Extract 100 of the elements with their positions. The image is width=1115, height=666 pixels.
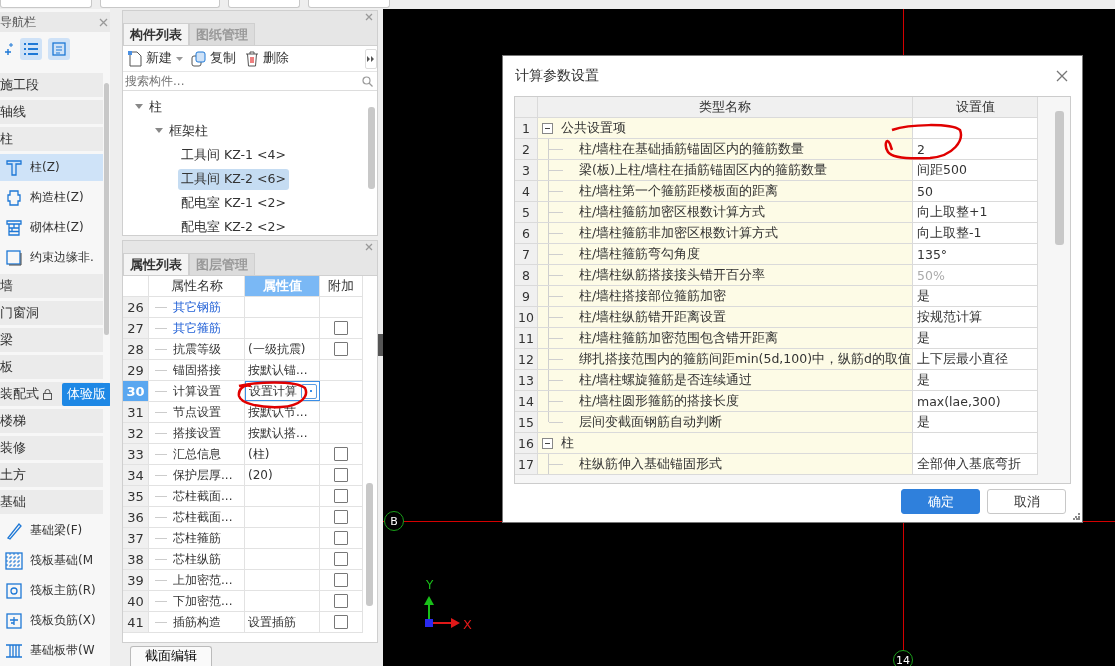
tree-item[interactable]: 配电室 KZ-2 <2> <box>178 216 289 235</box>
tree-item[interactable]: 框架柱 <box>166 120 211 142</box>
nav-item[interactable]: 基础板带(W <box>0 637 103 664</box>
nav-category[interactable]: 基础 <box>0 490 103 514</box>
tab[interactable]: 构件列表 <box>123 23 189 45</box>
property-value[interactable]: (一级抗震) <box>248 340 306 358</box>
checkbox[interactable] <box>334 615 348 629</box>
setting-value[interactable]: 是 <box>917 371 930 389</box>
nav-item[interactable]: 筏板负筋(X) <box>0 607 103 634</box>
nav-category[interactable]: 门窗洞 <box>0 301 103 325</box>
toolbar-button[interactable]: 删除 <box>244 50 289 67</box>
expand-arrow-icon[interactable] <box>135 104 143 110</box>
collapse-icon[interactable] <box>542 122 553 134</box>
cancel-button[interactable]: 取消 <box>987 489 1066 514</box>
nav-category[interactable]: 墙 <box>0 274 103 298</box>
toolbar-button[interactable]: 复制 <box>191 50 236 67</box>
checkbox[interactable] <box>334 489 348 503</box>
setting-value[interactable]: max(lae,300) <box>917 393 1001 409</box>
scrollbar-thumb[interactable] <box>366 483 373 606</box>
nav-item[interactable]: 柱(Z) <box>0 154 103 181</box>
tab[interactable]: 属性列表 <box>123 253 189 275</box>
collapse-handle[interactable] <box>378 334 383 356</box>
property-value[interactable]: 按默认锚... <box>248 361 308 379</box>
nav-category[interactable]: 楼梯 <box>0 409 103 433</box>
close-icon[interactable] <box>365 243 373 251</box>
toolbar-button[interactable]: 新建 <box>127 50 183 67</box>
checkbox[interactable] <box>334 510 348 524</box>
more-button[interactable] <box>301 383 317 399</box>
setting-value[interactable]: 是 <box>917 413 930 431</box>
nav-category[interactable]: 装配式 <box>0 385 39 403</box>
dropdown-field[interactable] <box>0 0 92 8</box>
setting-value[interactable]: 全部伸入基底弯折 <box>917 455 1021 473</box>
property-value[interactable]: 设置插筋 <box>248 613 296 631</box>
row-number: 30 <box>123 381 149 401</box>
row-number: 38 <box>123 549 149 569</box>
property-name: 芯柱截面... <box>173 508 233 526</box>
dropdown-field[interactable] <box>228 0 300 8</box>
nav-category[interactable]: 施工段 <box>0 73 103 97</box>
tree-item[interactable]: 配电室 KZ-1 <2> <box>178 192 289 214</box>
collapse-icon[interactable] <box>542 437 553 449</box>
property-name: 下加密范... <box>173 592 233 610</box>
checkbox[interactable] <box>334 552 348 566</box>
property-value[interactable]: 按默认搭... <box>248 424 308 442</box>
close-icon[interactable] <box>1056 70 1068 82</box>
detail-view-button[interactable] <box>48 38 70 60</box>
setting-value[interactable]: 按规范计算 <box>917 308 982 326</box>
checkbox[interactable] <box>334 573 348 587</box>
checkbox[interactable] <box>334 342 348 356</box>
property-value[interactable]: (20) <box>248 468 273 482</box>
nav-item[interactable]: 筏板主筋(R) <box>0 577 103 604</box>
ok-button[interactable]: 确定 <box>901 489 980 514</box>
setting-value[interactable]: 2 <box>917 141 925 157</box>
nav-category[interactable]: 板 <box>0 355 103 379</box>
sparkle-icon[interactable] <box>2 42 14 56</box>
tree-item[interactable]: 柱 <box>146 96 165 118</box>
nav-item[interactable]: 构造柱(Z) <box>0 184 103 211</box>
checkbox[interactable] <box>334 447 348 461</box>
tree-item[interactable]: 工具间 KZ-1 <4> <box>178 144 289 166</box>
nav-item[interactable]: 基础梁(F) <box>0 517 103 544</box>
property-name: 芯柱纵筋 <box>173 550 221 568</box>
scrollbar-thumb[interactable] <box>368 107 375 189</box>
nav-category[interactable]: 梁 <box>0 328 103 352</box>
nav-item[interactable]: 砌体柱(Z) <box>0 214 103 241</box>
dropdown-field[interactable] <box>308 0 390 8</box>
tree-item[interactable]: 工具间 KZ-2 <6> <box>178 168 289 190</box>
dropdown-field[interactable] <box>100 0 220 8</box>
setting-value[interactable]: 50 <box>917 183 933 199</box>
row-number: 34 <box>123 465 149 485</box>
scrollbar-thumb[interactable] <box>104 83 109 335</box>
setting-value[interactable]: 上下层最小直径 <box>917 350 1008 368</box>
nav-category[interactable]: 土方 <box>0 463 103 487</box>
property-value[interactable]: (柱) <box>248 445 270 463</box>
nav-category[interactable]: 轴线 <box>0 100 103 124</box>
row-number: 17 <box>515 454 538 474</box>
checkbox[interactable] <box>334 594 348 608</box>
diagonal-bar-icon <box>5 521 23 540</box>
checkbox[interactable] <box>334 468 348 482</box>
column-header[interactable]: 附加 <box>320 276 363 296</box>
checkbox[interactable] <box>334 321 348 335</box>
nav-category[interactable]: 柱 <box>0 127 103 151</box>
scrollbar-thumb[interactable] <box>1055 111 1064 245</box>
section-edit-button[interactable]: 截面编辑 <box>130 646 212 666</box>
setting-value[interactable]: 间距500 <box>917 161 967 179</box>
list-view-button[interactable] <box>20 38 42 60</box>
nav-item[interactable]: 筏板基础(M <box>0 547 103 574</box>
nav-category[interactable]: 装修 <box>0 436 103 460</box>
checkbox[interactable] <box>334 531 348 545</box>
nav-item[interactable]: 约束边缘非. <box>0 244 103 271</box>
expand-arrow-icon[interactable] <box>155 128 163 134</box>
close-icon[interactable] <box>365 13 373 21</box>
setting-value[interactable]: 是 <box>917 329 930 347</box>
new-file-icon <box>127 50 142 67</box>
close-icon[interactable] <box>99 17 108 27</box>
setting-value[interactable]: 向上取整-1 <box>917 224 982 242</box>
jagged-column-icon <box>5 188 23 207</box>
setting-name: 柱/墙柱螺旋箍筋是否连续通过 <box>579 371 753 389</box>
setting-value[interactable]: 向上取整+1 <box>917 203 988 221</box>
list-icon <box>24 43 38 55</box>
setting-value[interactable]: 是 <box>917 287 930 305</box>
setting-value[interactable]: 135° <box>917 246 948 262</box>
